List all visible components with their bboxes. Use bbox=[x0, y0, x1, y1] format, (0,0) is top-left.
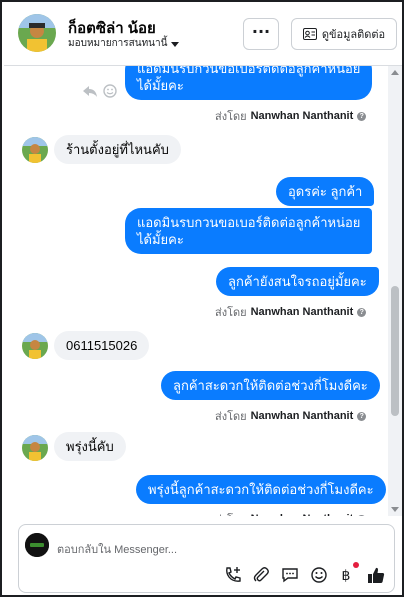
scrollbar-thumb[interactable] bbox=[391, 286, 399, 416]
contact-avatar-small[interactable] bbox=[22, 435, 48, 461]
sent-by-label: ส่งโดย Nanwhan Nanthanit ? bbox=[215, 510, 367, 516]
sent-by-label: ส่งโดย Nanwhan Nanthanit ? bbox=[215, 407, 367, 425]
message-line: แอดมินรบกวนขอเบอร์ติดต่อลูกค้าหน่อย bbox=[137, 215, 361, 230]
chat-bubble-icon[interactable] bbox=[281, 566, 299, 584]
message-line: ได้มั้ยคะ bbox=[137, 78, 184, 93]
contact-card-icon bbox=[302, 28, 317, 40]
assign-conversation-dropdown[interactable]: มอบหมายการสนทนานี้ bbox=[68, 36, 180, 51]
emoji-icon[interactable] bbox=[310, 566, 328, 584]
thumbs-up-icon[interactable] bbox=[367, 566, 385, 584]
message-line: ได้มั้ยคะ bbox=[137, 232, 184, 247]
outgoing-message[interactable]: พรุ่งนี้ลูกค้าสะดวกให้ติดต่อช่วงกี่โมงดี… bbox=[136, 475, 386, 504]
conversation-panel: ก็อตซิล่า น้อย มอบหมายการสนทนานี้ ··· ดู… bbox=[0, 0, 404, 597]
svg-text:฿: ฿ bbox=[342, 568, 351, 584]
message-thread[interactable]: แอดมินรบกวนขอเบอร์ติดต่อลูกค้าหน่อย ได้ม… bbox=[4, 66, 388, 516]
notification-dot bbox=[353, 562, 359, 568]
thread-scrollbar[interactable] bbox=[388, 66, 402, 516]
contact-avatar-small[interactable] bbox=[22, 137, 48, 163]
reply-input[interactable]: ตอบกลับใน Messenger... bbox=[57, 540, 177, 558]
sent-by-label: ส่งโดย Nanwhan Nanthanit ? bbox=[215, 107, 367, 125]
scroll-up-arrow-icon[interactable] bbox=[391, 70, 399, 75]
incoming-message[interactable]: พรุ่งนี้คับ bbox=[54, 432, 126, 461]
more-options-button[interactable]: ··· bbox=[243, 18, 279, 50]
view-contact-info-button[interactable]: ดูข้อมูลติดต่อ bbox=[291, 18, 397, 50]
outgoing-message[interactable]: อุดรค่ะ ลูกค้า bbox=[276, 177, 375, 206]
incoming-message[interactable]: ร้านตั้งอยู่ที่ไหนคับ bbox=[54, 135, 181, 164]
page-avatar bbox=[25, 533, 49, 557]
sender-name: Nanwhan Nanthanit bbox=[250, 306, 354, 318]
outgoing-message[interactable]: แอดมินรบกวนขอเบอร์ติดต่อลูกค้าหน่อย ได้ม… bbox=[125, 66, 373, 100]
incoming-message[interactable]: 0611515026 bbox=[54, 331, 150, 360]
sender-name: Nanwhan Nanthanit bbox=[251, 513, 354, 516]
help-icon[interactable]: ? bbox=[357, 411, 367, 421]
contact-avatar[interactable] bbox=[18, 14, 56, 52]
help-icon[interactable]: ? bbox=[357, 514, 367, 516]
outgoing-message[interactable]: ลูกค้าสะดวกให้ติดต่อช่วงกี่โมงดีคะ bbox=[161, 371, 380, 400]
conversation-header: ก็อตซิล่า น้อย มอบหมายการสนทนานี้ ··· ดู… bbox=[4, 4, 402, 66]
message-line: แอดมินรบกวนขอเบอร์ติดต่อลูกค้าหน่อย bbox=[137, 66, 361, 76]
sender-name: Nanwhan Nanthanit bbox=[250, 110, 354, 122]
reply-icon[interactable] bbox=[82, 84, 98, 98]
help-icon[interactable]: ? bbox=[357, 307, 367, 317]
sent-by-prefix: ส่งโดย bbox=[215, 510, 247, 516]
sent-by-label: ส่งโดย Nanwhan Nanthanit ? bbox=[215, 303, 367, 321]
outgoing-message[interactable]: แอดมินรบกวนขอเบอร์ติดต่อลูกค้าหน่อย ได้ม… bbox=[125, 208, 373, 254]
help-icon[interactable]: ? bbox=[357, 111, 367, 121]
sent-by-prefix: ส่งโดย bbox=[215, 411, 247, 423]
sender-name: Nanwhan Nanthanit bbox=[250, 410, 354, 422]
paperclip-icon[interactable] bbox=[252, 566, 270, 584]
caret-down-icon bbox=[171, 41, 180, 47]
baht-icon[interactable]: ฿ bbox=[337, 566, 355, 584]
reply-composer[interactable]: ตอบกลับใน Messenger... ฿ bbox=[18, 524, 395, 593]
smile-icon[interactable] bbox=[103, 84, 117, 98]
outgoing-message[interactable]: ลูกค้ายังสนใจรถอยู่มั้ยคะ bbox=[216, 267, 379, 296]
contact-avatar-small[interactable] bbox=[22, 333, 48, 359]
contact-info-label: ดูข้อมูลติดต่อ bbox=[321, 29, 386, 41]
add-call-icon[interactable] bbox=[224, 566, 242, 584]
scroll-down-arrow-icon[interactable] bbox=[391, 507, 399, 512]
assign-label: มอบหมายการสนทนานี้ bbox=[68, 38, 168, 49]
sent-by-prefix: ส่งโดย bbox=[215, 307, 247, 319]
sent-by-prefix: ส่งโดย bbox=[215, 111, 247, 123]
